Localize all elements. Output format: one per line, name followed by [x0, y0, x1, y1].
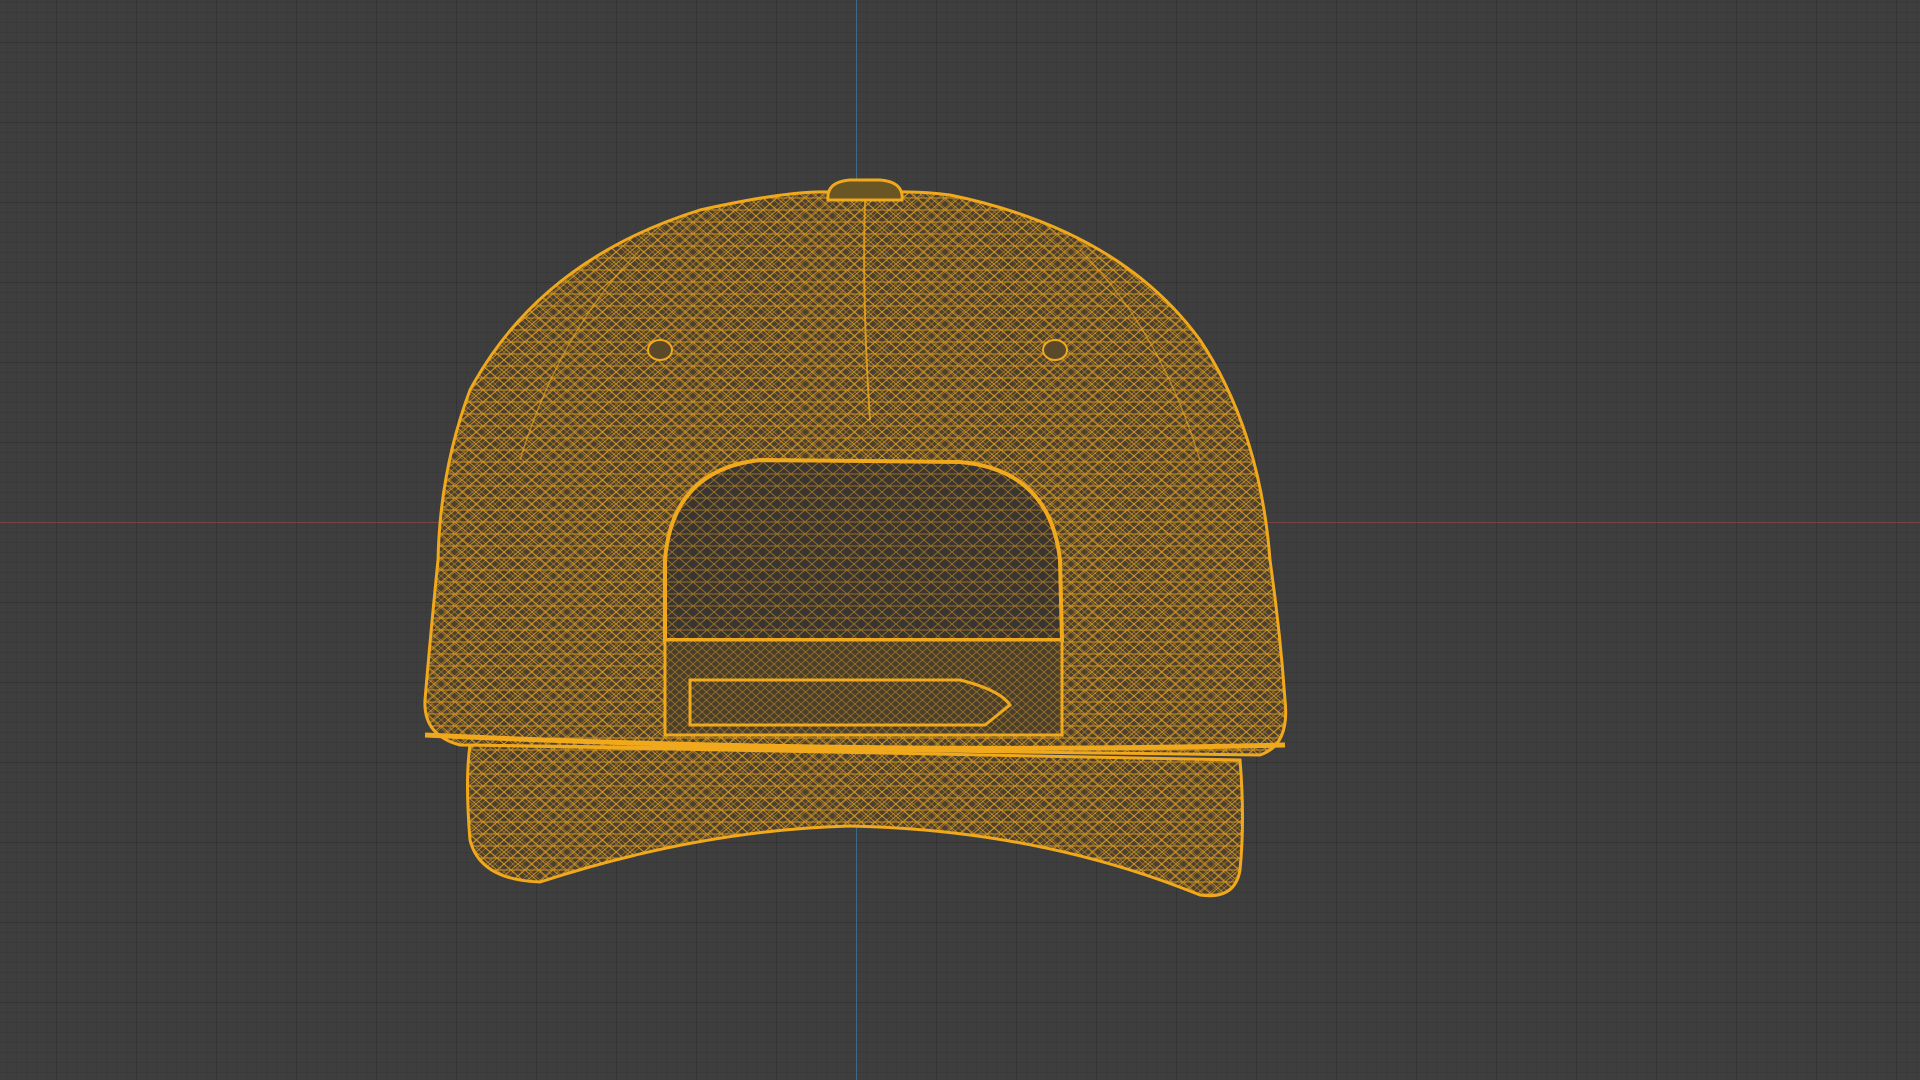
3d-viewport[interactable]	[0, 0, 1920, 1080]
cap-button	[826, 178, 904, 202]
cap-wireframe-icon[interactable]	[0, 0, 1920, 1080]
